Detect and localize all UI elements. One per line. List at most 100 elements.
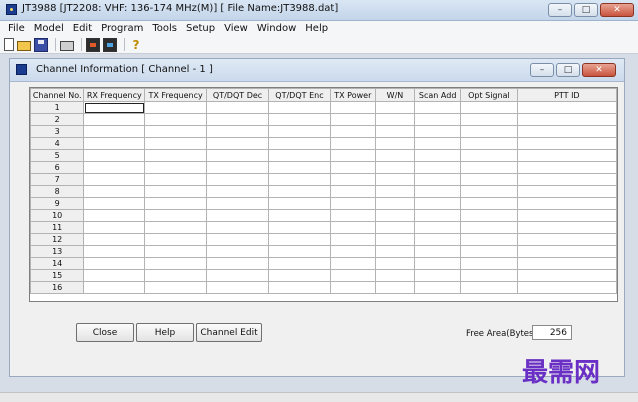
menu-file[interactable]: File bbox=[8, 23, 25, 34]
channel-number[interactable]: 7 bbox=[30, 173, 85, 186]
grid-cell[interactable] bbox=[460, 197, 518, 210]
channel-number[interactable]: 10 bbox=[30, 209, 85, 222]
grid-cell[interactable] bbox=[206, 185, 269, 198]
grid-cell[interactable] bbox=[374, 197, 416, 210]
grid-cell[interactable] bbox=[144, 269, 208, 282]
grid-cell[interactable] bbox=[83, 269, 146, 282]
menu-help[interactable]: Help bbox=[305, 23, 328, 34]
grid-cell[interactable] bbox=[516, 245, 617, 258]
grid-cell[interactable] bbox=[144, 137, 208, 150]
grid-cell[interactable] bbox=[206, 125, 269, 138]
channel-number[interactable]: 3 bbox=[30, 125, 85, 138]
grid-cell[interactable] bbox=[460, 101, 518, 114]
new-file-icon[interactable] bbox=[4, 38, 14, 51]
grid-cell[interactable] bbox=[374, 257, 416, 270]
grid-cell[interactable] bbox=[83, 221, 146, 234]
channel-number[interactable]: 9 bbox=[30, 197, 85, 210]
grid-cell[interactable] bbox=[460, 173, 518, 186]
grid-cell[interactable] bbox=[374, 185, 416, 198]
grid-cell[interactable] bbox=[206, 281, 269, 294]
grid-cell[interactable] bbox=[83, 233, 146, 246]
grid-cell[interactable] bbox=[374, 137, 416, 150]
grid-cell[interactable] bbox=[83, 257, 146, 270]
grid-cell[interactable] bbox=[374, 281, 416, 294]
help-icon[interactable]: ? bbox=[129, 38, 143, 52]
grid-cell[interactable] bbox=[268, 185, 331, 198]
grid-cell[interactable] bbox=[414, 221, 462, 234]
channel-number[interactable]: 8 bbox=[30, 185, 85, 198]
grid-cell[interactable] bbox=[144, 233, 208, 246]
channel-number[interactable]: 15 bbox=[30, 269, 85, 282]
grid-cell[interactable] bbox=[414, 281, 462, 294]
grid-cell[interactable] bbox=[206, 161, 269, 174]
grid-cell[interactable] bbox=[329, 221, 376, 234]
grid-cell[interactable] bbox=[329, 185, 376, 198]
menu-edit[interactable]: Edit bbox=[73, 23, 92, 34]
grid-cell[interactable] bbox=[268, 281, 331, 294]
menu-model[interactable]: Model bbox=[34, 23, 64, 34]
grid-cell[interactable] bbox=[414, 113, 462, 126]
grid-cell[interactable] bbox=[516, 173, 617, 186]
column-header[interactable]: PTT ID bbox=[516, 88, 617, 102]
grid-cell[interactable] bbox=[329, 149, 376, 162]
grid-cell[interactable] bbox=[329, 101, 376, 114]
grid-cell[interactable] bbox=[460, 221, 518, 234]
grid-cell[interactable] bbox=[374, 209, 416, 222]
grid-cell[interactable] bbox=[206, 269, 269, 282]
grid-cell[interactable] bbox=[516, 125, 617, 138]
grid-cell[interactable] bbox=[460, 233, 518, 246]
grid-cell[interactable] bbox=[374, 269, 416, 282]
column-header[interactable]: QT/DQT Enc bbox=[268, 88, 331, 102]
grid-cell[interactable] bbox=[516, 257, 617, 270]
print-icon[interactable] bbox=[60, 41, 74, 51]
grid-cell[interactable] bbox=[414, 161, 462, 174]
open-folder-icon[interactable] bbox=[17, 41, 31, 51]
grid-cell[interactable] bbox=[83, 281, 146, 294]
grid-cell[interactable] bbox=[268, 197, 331, 210]
grid-cell[interactable] bbox=[268, 137, 331, 150]
grid-cell[interactable] bbox=[516, 281, 617, 294]
grid-cell[interactable] bbox=[414, 149, 462, 162]
grid-cell[interactable] bbox=[268, 125, 331, 138]
menu-window[interactable]: Window bbox=[257, 23, 296, 34]
grid-cell[interactable] bbox=[414, 233, 462, 246]
grid-cell[interactable] bbox=[144, 149, 208, 162]
grid-cell[interactable] bbox=[374, 245, 416, 258]
grid-cell[interactable] bbox=[206, 209, 269, 222]
grid-cell[interactable] bbox=[268, 269, 331, 282]
grid-cell[interactable] bbox=[460, 125, 518, 138]
grid-cell[interactable] bbox=[144, 101, 208, 114]
grid-cell[interactable] bbox=[144, 281, 208, 294]
grid-cell[interactable] bbox=[329, 137, 376, 150]
grid-cell[interactable] bbox=[414, 209, 462, 222]
grid-cell[interactable] bbox=[144, 173, 208, 186]
grid-cell[interactable] bbox=[268, 221, 331, 234]
grid-cell[interactable] bbox=[329, 233, 376, 246]
grid-cell[interactable] bbox=[374, 101, 416, 114]
grid-cell[interactable] bbox=[460, 257, 518, 270]
grid-cell[interactable] bbox=[206, 173, 269, 186]
grid-cell[interactable] bbox=[268, 233, 331, 246]
grid-cell[interactable] bbox=[206, 113, 269, 126]
grid-cell[interactable] bbox=[414, 125, 462, 138]
grid-cell[interactable] bbox=[206, 101, 269, 114]
channel-number[interactable]: 5 bbox=[30, 149, 85, 162]
grid-cell[interactable] bbox=[374, 233, 416, 246]
grid-cell[interactable] bbox=[268, 245, 331, 258]
grid-cell[interactable] bbox=[268, 101, 331, 114]
channel-number[interactable]: 11 bbox=[30, 221, 85, 234]
grid-cell[interactable] bbox=[206, 137, 269, 150]
column-header[interactable]: W/N bbox=[374, 88, 416, 102]
grid-cell[interactable] bbox=[374, 113, 416, 126]
child-maximize-button[interactable]: □ bbox=[556, 63, 580, 77]
column-header[interactable]: TX Power bbox=[329, 88, 376, 102]
grid-cell[interactable] bbox=[460, 137, 518, 150]
grid-cell[interactable] bbox=[83, 161, 146, 174]
grid-cell[interactable] bbox=[516, 113, 617, 126]
grid-cell[interactable] bbox=[460, 209, 518, 222]
grid-cell[interactable] bbox=[516, 185, 617, 198]
grid-cell[interactable] bbox=[516, 221, 617, 234]
grid-cell[interactable] bbox=[329, 113, 376, 126]
grid-cell[interactable] bbox=[374, 221, 416, 234]
column-header[interactable]: Channel No. bbox=[30, 88, 85, 102]
